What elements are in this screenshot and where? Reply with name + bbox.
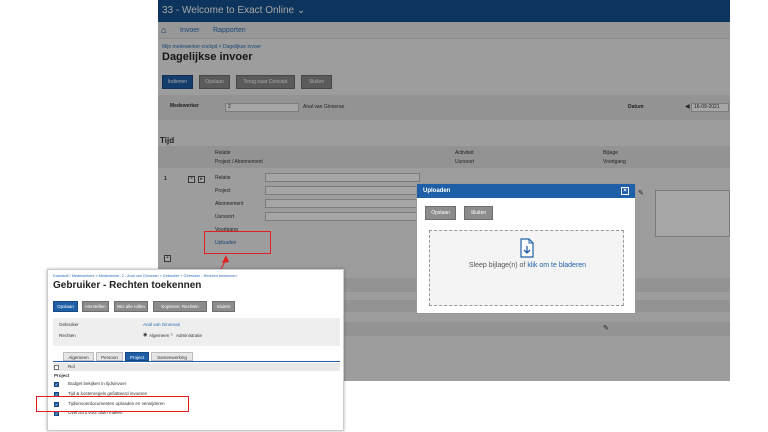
permission-checkbox[interactable]: ✓ (54, 382, 59, 387)
dialog-title: Uploaden (423, 188, 451, 194)
drop-zone-text: Sleep bijlage(n) of klik om te bladeren (430, 262, 625, 269)
browse-link[interactable]: klik om te bladeren (527, 262, 586, 269)
select-all-checkbox[interactable] (54, 365, 59, 370)
inset-clear-roles-button[interactable]: Wis alle rollen (114, 301, 148, 312)
dialog-header: Uploaden × (417, 184, 635, 198)
inset-save-button[interactable]: Opslaan (53, 301, 78, 312)
permission-label: Budget bekijken in tijdsinvoer (68, 381, 127, 386)
inset-restore-button[interactable]: Herstellen (82, 301, 109, 312)
radio-algemeen-icon[interactable]: ◉ (143, 332, 147, 338)
inset-gebruiker-link[interactable]: Anal van Ginneran (143, 322, 180, 327)
file-drop-zone[interactable]: Sleep bijlage(n) of klik om te bladeren (429, 230, 624, 306)
dialog-save-button[interactable]: Opslaan (425, 206, 456, 220)
inset-rol-header-band (53, 363, 340, 371)
dialog-close-icon[interactable]: × (621, 187, 629, 195)
upload-file-icon (520, 238, 534, 258)
upload-highlight-box (204, 231, 271, 254)
inset-rol-header: Rol (68, 364, 75, 369)
inset-copy-rights-button[interactable]: Kopiëren: Rechten (153, 301, 207, 312)
inset-user-band (53, 318, 340, 346)
tab-project[interactable]: Project (125, 352, 149, 361)
inset-breadcrumb[interactable]: Exactsoft / Medewerkers » Medewerker: 2 … (53, 274, 237, 278)
inset-gebruiker-label: Gebruiker (59, 322, 79, 327)
upload-dialog: Uploaden × Opslaan Sluiten Sleep bijlage… (416, 183, 636, 314)
inset-group-project: Project (54, 373, 70, 378)
tab-algemeen[interactable]: Algemeen (63, 352, 94, 361)
tab-samenwerking[interactable]: Samenwerking (151, 352, 193, 361)
tab-divider (53, 361, 340, 362)
inset-close-button[interactable]: Sluiten (212, 301, 235, 312)
drop-zone-prefix: Sleep bijlage(n) of (468, 262, 526, 269)
permission-highlight-box (36, 396, 189, 412)
inset-title: Gebruiker - Rechten toekennen (53, 280, 202, 291)
radio-administratie-icon[interactable]: ○ (170, 332, 173, 338)
tab-persoon[interactable]: Persoon (96, 352, 123, 361)
dialog-close-button[interactable]: Sluiten (464, 206, 493, 220)
radio-algemeen-label: Algemeen (149, 333, 170, 338)
radio-administratie-label: Administratie (176, 333, 203, 338)
inset-rechten-label: Rechten (59, 333, 76, 338)
